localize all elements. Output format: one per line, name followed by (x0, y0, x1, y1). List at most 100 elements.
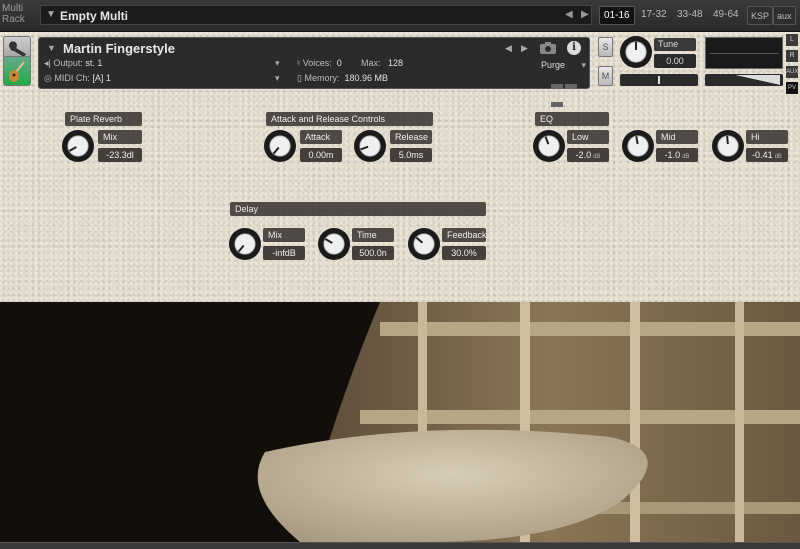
delay-feedback-value[interactable]: 30.0% (442, 246, 486, 260)
delay-mix-label: Mix (263, 228, 305, 242)
next-multi-icon[interactable]: ▶ (581, 9, 589, 20)
output-row[interactable]: ◂| Output: st. 1 (44, 58, 102, 70)
page-49-64-button[interactable]: 49-64 (709, 6, 743, 25)
max-label: Max: (361, 58, 381, 68)
instrument-header: ▼ Martin Fingerstyle ◀ ▶ i ◂| Output: st… (38, 37, 590, 107)
output-value[interactable]: st. 1 (85, 58, 102, 68)
max-voices-row[interactable]: Max: 128 (361, 58, 403, 70)
eq-mid-number: -1.0 (664, 150, 681, 160)
multi-name-field[interactable]: ▼ Empty Multi ◀ ▶ (40, 5, 592, 25)
midi-row[interactable]: ◎ MIDI Ch: [A] 1 (44, 73, 111, 85)
collapse-arrow-icon[interactable]: ▼ (47, 43, 56, 53)
multi-rack-bar: Multi Rack ▼ Empty Multi ◀ ▶ 01-16 17-32… (0, 0, 800, 32)
page-17-32-button[interactable]: 17-32 (637, 6, 671, 25)
guitar-icon (9, 61, 25, 82)
eq-hi-knob[interactable] (712, 130, 744, 162)
output-label: Output: (53, 58, 83, 68)
midi-icon: ◎ (44, 73, 52, 83)
attack-value[interactable]: 0.00m (300, 148, 342, 162)
ksp-button[interactable]: KSP (747, 6, 774, 25)
mute-button[interactable]: M (598, 66, 613, 86)
max-value[interactable]: 128 (388, 58, 403, 68)
dropdown-arrow-icon[interactable]: ▼ (46, 9, 56, 20)
eq-mid-label: Mid (656, 130, 698, 144)
delay-mix-knob[interactable] (229, 228, 261, 260)
pv-button[interactable]: PV (786, 82, 798, 94)
memory-label: Memory: (304, 73, 340, 83)
instrument-title: Martin Fingerstyle (63, 41, 175, 56)
eq-low-value[interactable]: -2.0 dB (567, 148, 609, 162)
camera-icon[interactable] (539, 41, 557, 55)
solo-button[interactable]: S (598, 37, 613, 57)
right-channel-label[interactable]: R (786, 50, 798, 62)
plate-reverb-title: Plate Reverb (65, 112, 142, 126)
reverb-mix-value[interactable]: -23.3dl (98, 148, 142, 162)
eq-hi-number: -0.41 (752, 150, 773, 160)
delay-feedback-label: Feedback (442, 228, 487, 242)
page-33-48-button[interactable]: 33-48 (673, 6, 707, 25)
eq-low-number: -2.0 (575, 150, 592, 160)
eq-mid-unit: dB (682, 154, 690, 160)
guitar-instrument-button[interactable] (3, 56, 31, 86)
multi-rack-label: Multi Rack (2, 3, 25, 25)
output-icon: ◂| (44, 58, 51, 68)
voices-value: 0 (336, 58, 342, 68)
info-button[interactable]: i (567, 41, 581, 55)
output-scope (705, 37, 783, 69)
aux-sends-button[interactable]: AUX (786, 66, 798, 78)
eq-mid-knob[interactable] (622, 130, 654, 162)
multi-name: Empty Multi (60, 9, 128, 23)
delay-time-knob[interactable] (318, 228, 350, 260)
aux-button[interactable]: aux (773, 6, 796, 25)
attack-knob[interactable] (264, 130, 296, 162)
release-value[interactable]: 5.0ms (390, 148, 432, 162)
voices-row: ♮ Voices: 0 (297, 58, 342, 70)
midi-value[interactable]: [A] 1 (92, 73, 111, 83)
guitar-fretboard-image (0, 302, 800, 542)
attack-release-title: Attack and Release Controls (266, 112, 433, 126)
voices-icon: ♮ (297, 58, 301, 68)
release-knob[interactable] (354, 130, 386, 162)
bottom-status-bar (0, 542, 800, 549)
prev-multi-icon[interactable]: ◀ (565, 9, 573, 20)
eq-hi-label: Hi (746, 130, 788, 144)
eq-hi-value[interactable]: -0.41 dB (746, 148, 788, 162)
attack-label: Attack (300, 130, 342, 144)
eq-low-knob[interactable] (533, 130, 565, 162)
guitar-photo (0, 302, 800, 542)
prev-instrument-icon[interactable]: ◀ (505, 43, 512, 54)
tune-value[interactable]: 0.00 (654, 54, 696, 68)
instrument-panel: ▼ Martin Fingerstyle ◀ ▶ i ◂| Output: st… (0, 32, 800, 302)
tune-label: Tune (654, 38, 696, 51)
page-01-16-button[interactable]: 01-16 (599, 6, 635, 25)
purge-dropdown[interactable]: Purge ▾ (541, 60, 586, 71)
memory-row: ▯ Memory: 180.96 MB (297, 73, 388, 85)
eq-title: EQ (535, 112, 609, 126)
eq-low-label: Low (567, 130, 609, 144)
eq-hi-unit: dB (774, 154, 782, 160)
tune-knob[interactable] (620, 36, 652, 68)
reverb-mix-label: Mix (98, 130, 142, 144)
eq-mid-value[interactable]: -1.0 dB (656, 148, 698, 162)
delay-mix-value[interactable]: -infdB (263, 246, 305, 260)
output-dropdown-icon[interactable]: ▾ (275, 58, 280, 70)
release-label: Release (390, 130, 432, 144)
purge-label: Purge (541, 60, 566, 70)
level-meters (551, 76, 589, 112)
purge-dropdown-icon: ▾ (581, 60, 587, 70)
memory-value: 180.96 MB (344, 73, 389, 83)
eq-low-unit: dB (593, 154, 601, 160)
memory-icon: ▯ (297, 73, 302, 83)
delay-time-label: Time (352, 228, 394, 242)
next-instrument-icon[interactable]: ▶ (521, 43, 528, 54)
left-channel-label[interactable]: L (786, 34, 798, 46)
delay-title: Delay (230, 202, 486, 216)
delay-feedback-knob[interactable] (408, 228, 440, 260)
midi-dropdown-icon[interactable]: ▾ (275, 73, 280, 85)
midi-label: MIDI Ch: (54, 73, 90, 83)
reverb-mix-knob[interactable] (62, 130, 94, 162)
pan-slider[interactable] (620, 74, 698, 86)
delay-time-value[interactable]: 500.0n (352, 246, 394, 260)
volume-slider[interactable] (705, 74, 783, 86)
voices-label: Voices: (302, 58, 332, 68)
